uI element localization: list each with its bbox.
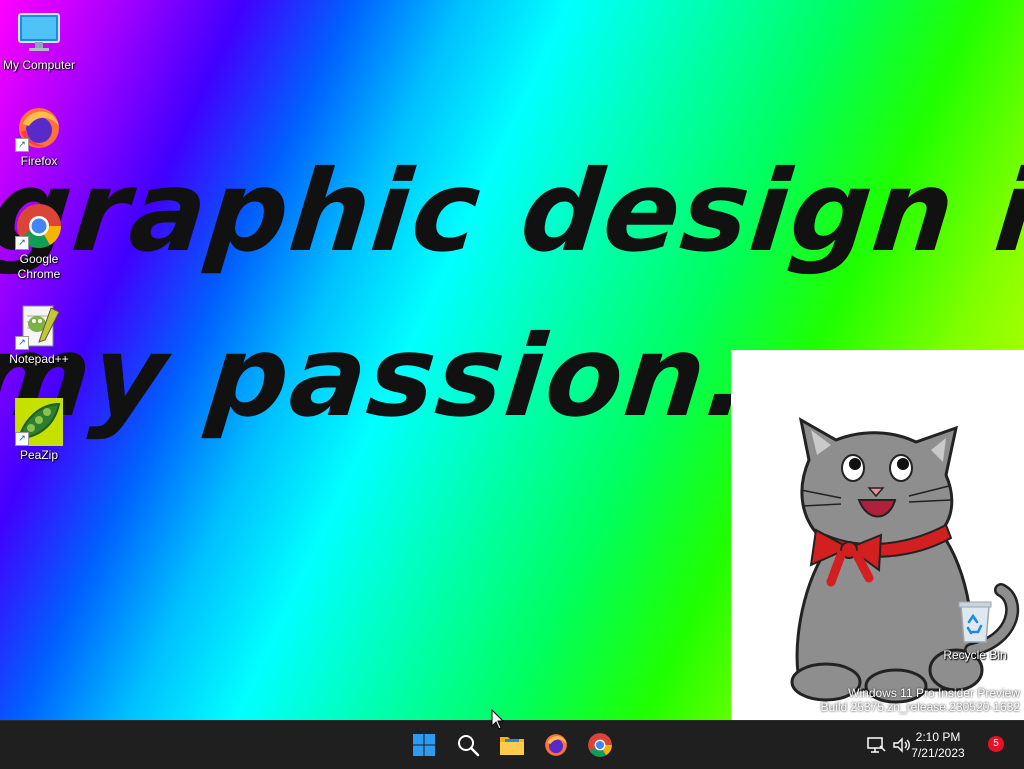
chrome-icon: ↗ bbox=[15, 202, 63, 250]
shortcut-arrow-icon: ↗ bbox=[15, 432, 29, 446]
shortcut-arrow-icon: ↗ bbox=[15, 138, 29, 152]
wallpaper-slogan-line1: graphic design is bbox=[0, 147, 1024, 277]
firefox-icon: ↗ bbox=[15, 104, 63, 152]
mouse-cursor-icon bbox=[491, 709, 505, 730]
windows-start-icon bbox=[413, 734, 435, 756]
taskbar: 2:10 PM 7/21/2023 bbox=[0, 720, 1024, 769]
monitor-icon bbox=[15, 8, 63, 56]
notepadpp-icon: ↗ bbox=[15, 302, 63, 350]
shortcut-arrow-icon: ↗ bbox=[15, 336, 29, 350]
search-button[interactable] bbox=[450, 727, 486, 763]
desktop-icon-firefox[interactable]: ↗ Firefox bbox=[0, 104, 78, 169]
desktop-icon-label: PeaZip bbox=[19, 448, 59, 462]
wallpaper-cat-image bbox=[731, 350, 1024, 720]
clock-date: 7/21/2023 bbox=[911, 746, 965, 760]
network-icon[interactable] bbox=[866, 736, 886, 754]
folder-icon bbox=[500, 737, 524, 755]
file-explorer-button[interactable] bbox=[494, 727, 530, 763]
desktop-icon-label: Notepad++ bbox=[9, 352, 69, 366]
desktop[interactable]: graphic design is my passion. My Compute… bbox=[0, 0, 1024, 720]
shortcut-arrow-icon: ↗ bbox=[15, 236, 29, 250]
recycle-bin-icon bbox=[951, 598, 999, 646]
desktop-icon-peazip[interactable]: ↗ PeaZip bbox=[0, 398, 78, 463]
cat-illustration bbox=[790, 417, 1020, 704]
desktop-icon-notepadpp[interactable]: ↗ Notepad++ bbox=[0, 302, 78, 367]
chrome-icon bbox=[588, 733, 612, 757]
start-button[interactable] bbox=[406, 727, 442, 763]
watermark-build: Build 25375.zn_release.230520-1632 bbox=[820, 700, 1021, 714]
search-icon bbox=[458, 735, 480, 757]
windows-watermark: Windows 11 Pro Insider Preview Build 253… bbox=[821, 686, 1021, 714]
chrome-taskbar-button[interactable] bbox=[582, 727, 618, 763]
firefox-icon bbox=[545, 734, 567, 756]
desktop-icon-label: Google Chrome bbox=[17, 252, 61, 281]
desktop-icon-my-computer[interactable]: My Computer bbox=[0, 8, 78, 73]
desktop-icon-label: Recycle Bin bbox=[943, 648, 1007, 662]
peazip-icon: ↗ bbox=[15, 398, 63, 446]
desktop-icon-recycle-bin[interactable]: Recycle Bin bbox=[936, 598, 1014, 663]
notification-badge[interactable]: 5 bbox=[988, 736, 1004, 752]
desktop-icon-google-chrome[interactable]: ↗ Google Chrome bbox=[0, 202, 78, 282]
clock[interactable]: 2:10 PM 7/21/2023 bbox=[908, 729, 968, 761]
wallpaper-slogan-line2: my passion. bbox=[0, 312, 759, 442]
desktop-icon-label: My Computer bbox=[2, 58, 76, 72]
clock-time: 2:10 PM bbox=[915, 730, 961, 744]
firefox-taskbar-button[interactable] bbox=[538, 727, 574, 763]
desktop-icon-label: Firefox bbox=[20, 154, 58, 168]
system-tray[interactable] bbox=[866, 721, 912, 769]
watermark-edition: Windows 11 Pro Insider Preview bbox=[848, 686, 1020, 700]
